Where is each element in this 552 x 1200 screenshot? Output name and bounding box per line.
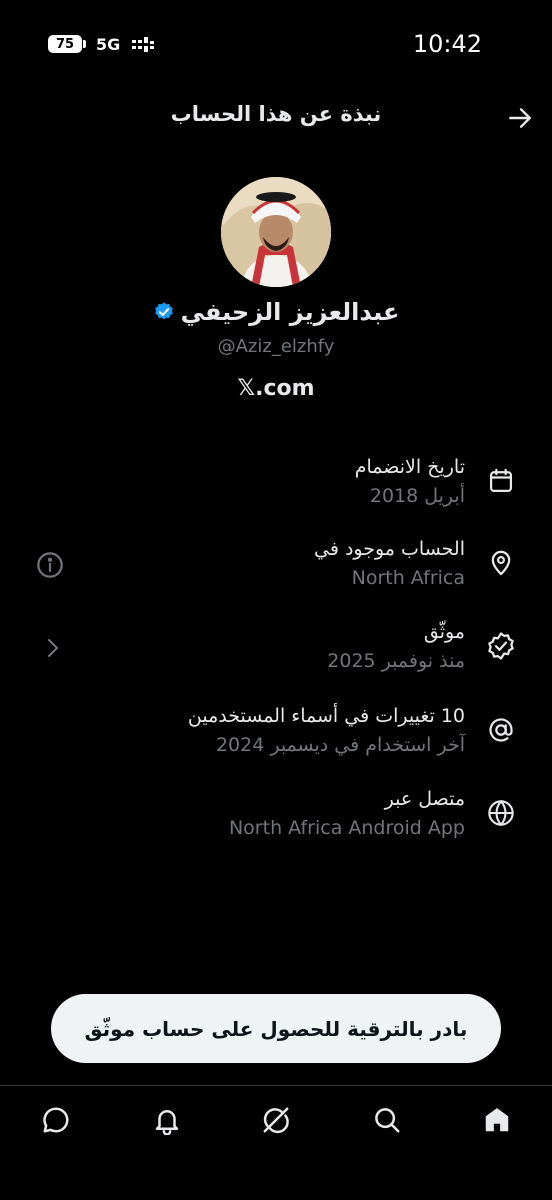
bottom-nav xyxy=(0,1085,552,1156)
network-type: 5G xyxy=(96,35,121,54)
row-subtitle: North Africa Android App xyxy=(228,817,465,839)
calendar-icon xyxy=(483,463,519,499)
notifications-icon xyxy=(155,1110,179,1135)
nav-notifications[interactable] xyxy=(149,1102,185,1138)
verified-row[interactable]: موثّق منذ نوفمبر 2025 xyxy=(0,618,552,680)
account-location-row: الحساب موجود في North Africa xyxy=(0,535,552,597)
back-button[interactable] xyxy=(500,98,540,138)
row-subtitle: North Africa xyxy=(351,567,465,589)
username-changes-row: 10 تغييرات في أسماء المستخدمين آخر استخد… xyxy=(0,702,552,764)
avatar[interactable] xyxy=(221,177,331,287)
row-subtitle: منذ نوفمبر 2025 xyxy=(327,650,465,672)
display-name: عبدالعزيز الزحيفي xyxy=(180,298,400,326)
messages-icon xyxy=(43,1107,69,1133)
status-bar: 75 5G 10:42 xyxy=(0,0,552,90)
profile-photo xyxy=(221,177,331,287)
info-icon xyxy=(37,552,63,578)
signal-icon xyxy=(132,37,154,52)
upgrade-verified-button[interactable]: بادر بالترقية للحصول على حساب موثّق xyxy=(51,994,501,1063)
clock: 10:42 xyxy=(412,30,482,58)
globe-icon xyxy=(483,795,519,831)
nav-search[interactable] xyxy=(369,1102,405,1138)
row-title: الحساب موجود في xyxy=(314,538,465,560)
joined-date-row: تاريخ الانضمام أبريل 2018 xyxy=(0,453,552,515)
connected-via-row: متصل عبر North Africa Android App xyxy=(0,785,552,847)
grok-icon xyxy=(263,1107,289,1134)
row-subtitle: آخر استخدام في ديسمبر 2024 xyxy=(215,734,465,756)
search-icon xyxy=(375,1108,400,1133)
verified-badge-icon xyxy=(154,302,173,320)
at-sign-icon xyxy=(483,712,519,748)
nav-home[interactable] xyxy=(479,1102,515,1138)
name-row: عبدالعزيز الزحيفي xyxy=(0,298,552,326)
battery-level: 75 xyxy=(48,35,82,53)
location-info-button[interactable] xyxy=(32,547,68,583)
battery-indicator: 75 xyxy=(48,35,88,53)
username-handle: @Aziz_elzhfy xyxy=(217,336,335,357)
row-title: تاريخ الانضمام xyxy=(354,456,465,478)
page-title: نبذة عن هذا الحساب xyxy=(170,102,382,126)
nav-grok[interactable] xyxy=(258,1102,294,1138)
row-title: موثّق xyxy=(423,621,465,643)
location-pin-icon xyxy=(483,545,519,581)
row-title: متصل عبر xyxy=(384,788,465,810)
row-title: 10 تغييرات في أسماء المستخدمين xyxy=(187,705,465,727)
nav-messages[interactable] xyxy=(38,1102,74,1138)
verified-details-button[interactable] xyxy=(34,630,70,666)
arrow-right-icon xyxy=(509,108,531,128)
chevron-left-icon xyxy=(48,639,58,657)
row-subtitle: أبريل 2018 xyxy=(369,485,465,507)
home-icon xyxy=(485,1108,509,1132)
verified-badge-icon xyxy=(483,628,519,664)
site-label: 𝕏.com xyxy=(237,376,315,401)
header: نبذة عن هذا الحساب xyxy=(0,90,552,142)
